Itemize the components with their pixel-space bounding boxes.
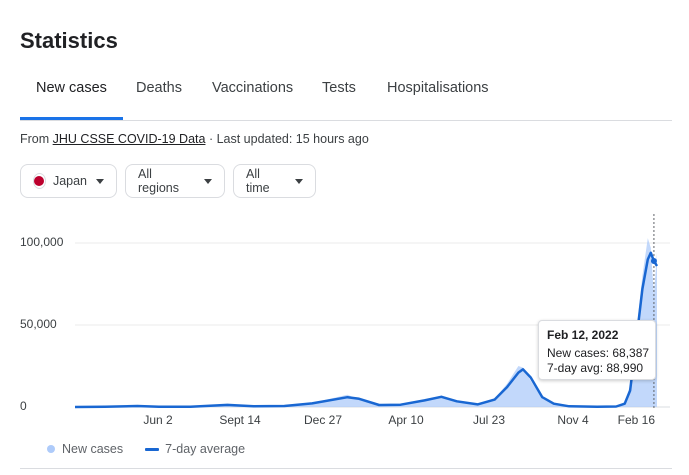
chart-legend: New cases 7-day average — [47, 442, 245, 456]
x-tick-label: Jun 2 — [143, 413, 173, 427]
x-tick-label: Apr 10 — [388, 413, 424, 427]
x-tick-label: Jul 23 — [473, 413, 505, 427]
tooltip-avg: 7-day avg: 88,990 — [547, 361, 644, 375]
legend-avg: 7-day average — [165, 442, 246, 456]
cases-chart[interactable]: Jun 2 Sept 14 Dec 27 Apr 10 Jul 23 Nov 4 Feb 1… — [0, 0, 689, 475]
chart-tooltip: Feb 12, 2022 New cases: 68,387 7-day avg… — [538, 320, 656, 380]
x-tick-label: Dec 27 — [304, 413, 342, 427]
new-cases-legend-swatch — [47, 445, 55, 453]
x-tick-label: Nov 4 — [557, 413, 589, 427]
x-tick-label: Feb 16 — [618, 413, 656, 427]
x-axis-ticks: Jun 2 Sept 14 Dec 27 Apr 10 Jul 23 Nov 4 Feb 1… — [143, 413, 655, 427]
tooltip-date: Feb 12, 2022 — [547, 328, 619, 342]
legend-new-cases: New cases — [62, 442, 124, 456]
divider — [20, 468, 672, 469]
tooltip-new-cases: New cases: 68,387 — [547, 346, 650, 360]
hover-point — [650, 258, 657, 265]
x-tick-label: Sept 14 — [219, 413, 261, 427]
avg-legend-swatch — [145, 447, 160, 451]
